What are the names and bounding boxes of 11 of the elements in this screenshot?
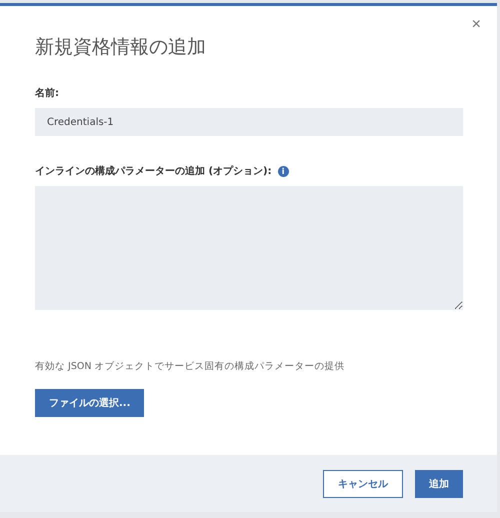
close-button[interactable]: × [472, 16, 481, 34]
choose-file-button[interactable]: ファイルの選択... [35, 389, 144, 417]
info-icon[interactable]: i [278, 166, 289, 176]
help-text: 有効な JSON オブジェクトでサービス固有の構成パラメーターの提供 [35, 360, 344, 373]
field-label: 名前: [35, 86, 59, 100]
field-label: インラインの構成パラメーターの追加 (オプション): [35, 164, 272, 178]
dialog-title: 新規資格情報の追加 [35, 35, 206, 60]
add-button[interactable]: 追加 [415, 470, 463, 498]
name-field[interactable]: Credentials-1 [35, 108, 463, 136]
parameters-field[interactable] [35, 186, 463, 310]
cancel-button[interactable]: キャンセル [323, 470, 403, 498]
